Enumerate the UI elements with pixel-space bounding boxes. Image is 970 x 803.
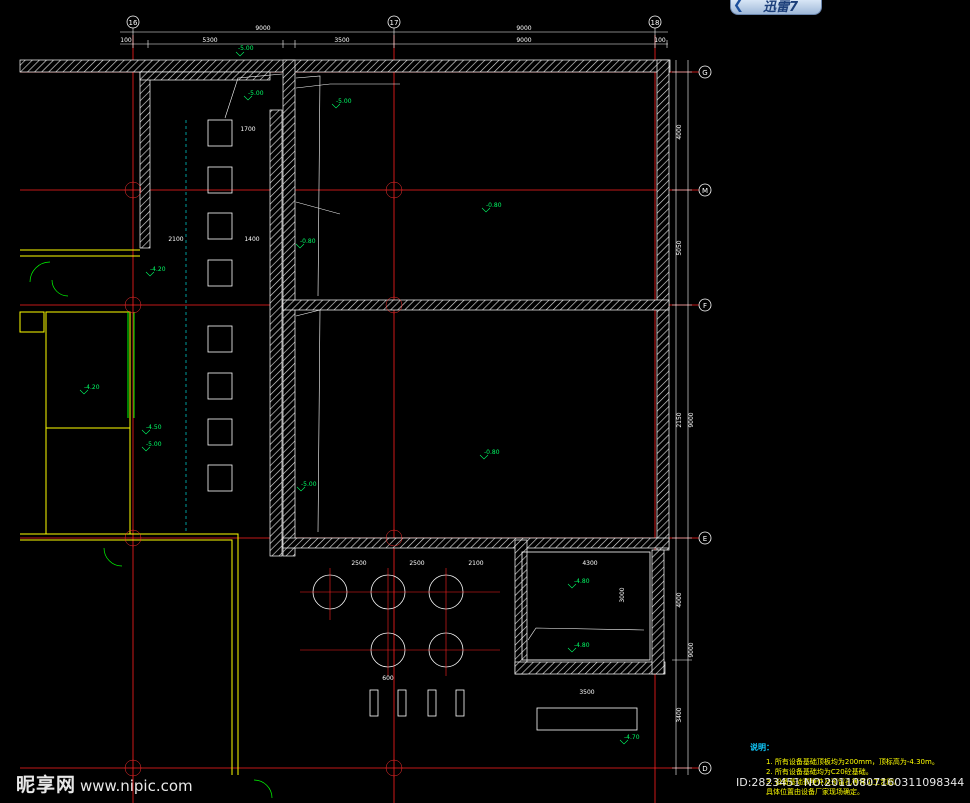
level-3: -5.00	[336, 98, 352, 105]
dim-top-1: 9000	[255, 25, 270, 32]
level-13: -4.80	[574, 642, 590, 649]
back-arrow-icon: ❮	[733, 0, 744, 13]
dim-right-5: 4000	[676, 592, 683, 607]
dim-int-5: 2500	[409, 560, 424, 567]
xunlei-label: 迅雷7	[763, 0, 799, 15]
level-7: -4.20	[84, 384, 100, 391]
level-9: -5.00	[146, 441, 162, 448]
dim-int-9: 3000	[619, 587, 626, 602]
dim-int-8: 3500	[579, 689, 594, 696]
bubble-16: 16	[129, 19, 138, 27]
bubble-17: 17	[390, 19, 399, 27]
bubble-F: F	[703, 302, 707, 310]
level-14: -4.70	[624, 734, 640, 741]
watermark-logo: 昵享网	[16, 774, 77, 796]
dim-right-6: 9000	[688, 642, 695, 657]
concrete-walls	[19, 59, 671, 675]
watermark-url: www.nipic.com	[80, 777, 193, 795]
dim-right-3: 9000	[688, 412, 695, 427]
dim-top-4: 5300	[202, 37, 217, 44]
xunlei-toolbar-button[interactable]: ❮ 迅雷7	[730, 0, 822, 15]
column-markers	[124, 181, 403, 777]
level-2: -5.00	[248, 90, 264, 97]
level-10: -0.80	[484, 449, 500, 456]
notes-title: 说明：	[750, 743, 774, 752]
dim-right-4: 2150	[676, 412, 683, 427]
dim-right-7: 3400	[676, 707, 683, 722]
bubble-D: D	[702, 765, 707, 773]
dim-top-6: 9000	[516, 37, 531, 44]
dim-right-2: 5050	[676, 240, 683, 255]
dim-right-1: 4000	[676, 124, 683, 139]
equipment-boxes	[207, 119, 233, 492]
level-4: -0.80	[486, 202, 502, 209]
level-8: -4.50	[146, 424, 162, 431]
bubble-M: M	[702, 187, 708, 195]
nipic-watermark: 昵享网 www.nipic.com	[16, 770, 193, 797]
dim-int-1: 1700	[240, 126, 255, 133]
dim-top-7: 100	[654, 37, 666, 44]
image-id: ID:2823451 NO:20110807160311098344	[736, 776, 965, 789]
bubble-E: E	[703, 535, 707, 543]
tank-axes	[300, 568, 500, 676]
level-1: -5.00	[238, 45, 254, 52]
partition-walls	[19, 249, 239, 775]
dim-int-3: 1400	[244, 236, 259, 243]
dim-top-3: 100	[120, 37, 132, 44]
level-6: -4.20	[150, 266, 166, 273]
door-symbols	[29, 261, 273, 799]
grid-lines	[20, 35, 700, 803]
level-triangles	[79, 51, 629, 745]
dim-int-10: 600	[382, 675, 394, 682]
filter-boxes	[369, 551, 651, 731]
note-line-1: 1. 所有设备基础顶板均为200mm，顶标高为-4.30m。	[766, 758, 939, 766]
dim-int-4: 2500	[351, 560, 366, 567]
dim-int-2: 2100	[168, 236, 183, 243]
dim-top-5: 3500	[334, 37, 349, 44]
bubble-G: G	[702, 69, 707, 77]
dim-int-7: 4300	[582, 560, 597, 567]
dim-int-6: 2100	[468, 560, 483, 567]
level-12: -4.80	[574, 578, 590, 585]
dim-top-2: 9000	[516, 25, 531, 32]
cad-drawing: 16 17 18 G M F E D 9000 9000 100 5300 35…	[19, 15, 712, 803]
level-11: -5.00	[301, 481, 317, 488]
bubble-18: 18	[651, 19, 660, 27]
level-5: -0.80	[300, 238, 316, 245]
